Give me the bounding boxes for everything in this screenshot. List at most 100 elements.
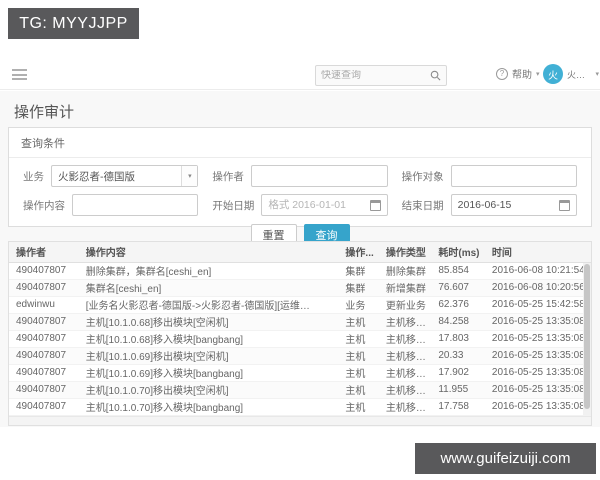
cell-type: 主机移入模块 bbox=[381, 330, 435, 348]
page-title: 操作审计 bbox=[14, 104, 75, 121]
cell-operator: 490407807 bbox=[9, 381, 82, 399]
start-date-field: 开始日期 bbox=[212, 194, 388, 216]
cell-operator: edwinwu bbox=[9, 296, 82, 314]
table-footer bbox=[9, 415, 591, 425]
vertical-scrollbar[interactable] bbox=[583, 263, 591, 415]
cell-cost: 11.955 bbox=[434, 381, 488, 399]
calendar-icon[interactable] bbox=[369, 199, 381, 211]
cell-cost: 62.376 bbox=[434, 296, 488, 314]
cell-object: 主机 bbox=[341, 347, 382, 365]
help-menu[interactable]: ? 帮助 ▾ bbox=[496, 66, 540, 81]
table-row[interactable]: 490407807 主机[10.1.0.70]移入模块[bangbang] 主机 主机… bbox=[9, 398, 591, 416]
search-icon[interactable] bbox=[430, 70, 441, 81]
audit-table-body: 490407807 删除集群，集群名[ceshi_en] 集群 删除集群 85.854 2… bbox=[9, 262, 591, 416]
operator-input[interactable] bbox=[251, 170, 387, 182]
help-icon: ? bbox=[496, 67, 508, 80]
cell-operator: 490407807 bbox=[9, 279, 82, 297]
operator-label: 操作者 bbox=[212, 170, 244, 183]
table-header-row: 操作者 操作内容 操作... 操作类型 耗时(ms) 时间 bbox=[9, 242, 591, 263]
avatar: 火 bbox=[543, 64, 563, 84]
table-row[interactable]: 490407807主机[10.1.0.68]移出模块[空闲机]主机主机移出模块8… bbox=[9, 313, 591, 331]
cell-type: 删除集群 bbox=[381, 262, 435, 280]
cell-operator: 490407807 bbox=[9, 347, 82, 365]
top-bar: ? 帮助 ▾ 火 火影忍者-德... ▾ bbox=[0, 60, 600, 90]
cell-content: [业务名火影忍者-德国版->火影忍者-德国版][运维... bbox=[81, 296, 342, 314]
cell-object: 主机 bbox=[341, 381, 382, 399]
table-row[interactable]: 490407807 主机[10.1.0.69]移入模块[bangbang] 主机 主机… bbox=[9, 364, 591, 382]
tg-banner-text: TG: MYYJJPP bbox=[19, 14, 128, 32]
cell-cost: 17.902 bbox=[434, 364, 488, 382]
user-name: 火影忍者-德... bbox=[567, 69, 591, 80]
target-field: 操作对象 bbox=[402, 165, 577, 187]
cell-cost: 76.607 bbox=[434, 279, 488, 297]
start-date-input[interactable] bbox=[262, 199, 368, 211]
tg-banner: TG: MYYJJPP bbox=[8, 8, 139, 39]
table-row[interactable]: 490407807主机[10.1.0.70]移出模块[空闲机]主机主机移出模块1… bbox=[9, 381, 591, 399]
menu-icon[interactable] bbox=[12, 69, 27, 80]
cell-operator: 490407807 bbox=[9, 313, 82, 331]
cell-type: 主机移出模块 bbox=[381, 381, 435, 399]
cell-content: 删除集群，集群名[ceshi_en] bbox=[81, 262, 342, 280]
cell-time: 2016-05-25 13:35:08 bbox=[487, 381, 591, 399]
cell-type: 主机移入模块 bbox=[381, 364, 435, 382]
chevron-down-icon: ▾ bbox=[595, 71, 599, 78]
cell-operator: 490407807 bbox=[9, 364, 82, 382]
cell-time: 2016-06-08 10:21:54 bbox=[487, 262, 591, 280]
content-label: 操作内容 bbox=[23, 199, 65, 212]
quick-search[interactable] bbox=[315, 65, 447, 86]
cell-type: 更新业务 bbox=[381, 296, 435, 314]
cell-cost: 20.33 bbox=[434, 347, 488, 365]
cell-type: 主机移出模块 bbox=[381, 347, 435, 365]
main-content: 操作审计 查询条件 业务 火影忍者-德国版 ▾ 操作者 操作对象 操作内容 开始… bbox=[0, 91, 600, 427]
cell-time: 2016-05-25 13:35:08 bbox=[487, 364, 591, 382]
cell-content: 主机[10.1.0.69]移入模块[bangbang] bbox=[81, 364, 342, 382]
cell-content: 主机[10.1.0.70]移入模块[bangbang] bbox=[81, 398, 342, 416]
redacted-blur bbox=[299, 301, 342, 312]
cell-cost: 85.854 bbox=[434, 262, 488, 280]
cell-time: 2016-05-25 13:35:08 bbox=[487, 313, 591, 331]
search-input[interactable] bbox=[321, 70, 430, 81]
cell-time: 2016-06-08 10:20:56 bbox=[487, 279, 591, 297]
calendar-icon[interactable] bbox=[558, 199, 570, 211]
target-input[interactable] bbox=[451, 170, 576, 182]
user-menu[interactable]: 火 火影忍者-德... ▾ bbox=[543, 64, 599, 84]
cell-operator: 490407807 bbox=[9, 330, 82, 348]
column-header-5: 时间 bbox=[487, 242, 591, 263]
chevron-down-icon: ▾ bbox=[536, 70, 540, 78]
end-date-input[interactable] bbox=[451, 199, 557, 211]
help-label: 帮助 bbox=[512, 70, 532, 81]
column-header-4: 耗时(ms) bbox=[434, 242, 488, 263]
business-field: 业务 火影忍者-德国版 ▾ bbox=[23, 165, 199, 187]
end-date-label: 结束日期 bbox=[401, 199, 444, 212]
audit-table: 操作者 操作内容 操作... 操作类型 耗时(ms) 时间 490407807 删除集群，集… bbox=[8, 241, 592, 426]
cell-time: 2016-05-25 13:35:08 bbox=[487, 398, 591, 416]
business-select[interactable]: 火影忍者-德国版 ▾ bbox=[51, 165, 199, 187]
chevron-down-icon: ▾ bbox=[181, 166, 198, 186]
cell-content: 主机[10.1.0.69]移出模块[空闲机] bbox=[81, 347, 342, 365]
table-row[interactable]: 490407807 集群名[ceshi_en] 集群 新增集群 76.607 2016-0… bbox=[9, 279, 591, 297]
table-row[interactable]: edwinwu[业务名火影忍者-德国版->火影忍者-德国版][运维...业务更新… bbox=[9, 296, 591, 314]
cell-time: 2016-05-25 13:35:08 bbox=[487, 330, 591, 348]
business-label: 业务 bbox=[23, 170, 44, 183]
scrollbar-thumb[interactable] bbox=[584, 264, 590, 410]
cell-content: 主机[10.1.0.68]移入模块[bangbang] bbox=[81, 330, 342, 348]
content-input[interactable] bbox=[73, 199, 198, 211]
content-field: 操作内容 bbox=[23, 194, 199, 216]
filter-row-2: 操作内容 开始日期 结束日期 bbox=[9, 194, 591, 216]
cell-content: 集群名[ceshi_en] bbox=[81, 279, 342, 297]
target-label: 操作对象 bbox=[401, 170, 444, 183]
cell-type: 主机移入模块 bbox=[381, 398, 435, 416]
table-row[interactable]: 490407807 删除集群，集群名[ceshi_en] 集群 删除集群 85.854 2… bbox=[9, 262, 591, 280]
cell-cost: 17.758 bbox=[434, 398, 488, 416]
cell-object: 集群 bbox=[341, 262, 382, 280]
cell-operator: 490407807 bbox=[9, 262, 82, 280]
website-banner: www.guifeizuiji.com bbox=[415, 443, 596, 474]
business-select-value: 火影忍者-德国版 bbox=[58, 170, 135, 183]
cell-operator: 490407807 bbox=[9, 398, 82, 416]
website-banner-text: www.guifeizuiji.com bbox=[440, 450, 571, 467]
end-date-field: 结束日期 bbox=[402, 194, 577, 216]
table-row[interactable]: 490407807主机[10.1.0.69]移出模块[空闲机]主机主机移出模块2… bbox=[9, 347, 591, 365]
cell-object: 业务 bbox=[341, 296, 382, 314]
table-row[interactable]: 490407807 主机[10.1.0.68]移入模块[bangbang] 主机 主机… bbox=[9, 330, 591, 348]
cell-object: 主机 bbox=[341, 364, 382, 382]
